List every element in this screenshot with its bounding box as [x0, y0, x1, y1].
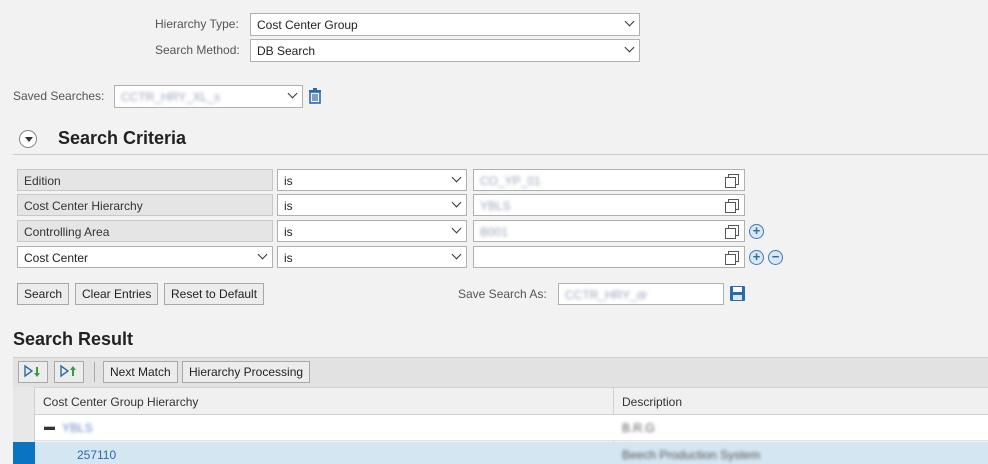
search-method-select[interactable]: DB Search: [250, 39, 640, 62]
table-row[interactable]: [35, 415, 988, 441]
chevron-down-icon: [451, 249, 462, 260]
search-method-value: DB Search: [257, 44, 316, 58]
chevron-down-icon: [287, 88, 298, 99]
description-cell: Beech Production System: [622, 448, 761, 462]
table-row[interactable]: [35, 442, 988, 464]
chevron-down-icon: [451, 172, 462, 183]
criteria-op-select[interactable]: is: [277, 169, 467, 191]
criteria-op-select[interactable]: is: [277, 220, 467, 242]
save-icon[interactable]: [729, 285, 746, 302]
search-button[interactable]: Search: [17, 283, 70, 305]
hierarchy-type-value: Cost Center Group: [257, 18, 358, 32]
chevron-down-icon: [624, 16, 635, 27]
add-row-icon[interactable]: +: [749, 250, 764, 265]
clear-entries-button[interactable]: Clear Entries: [75, 283, 159, 305]
divider: [13, 154, 988, 155]
collapse-all-button[interactable]: [54, 361, 84, 383]
search-result-title: Search Result: [13, 329, 134, 349]
tree-collapse-icon[interactable]: ▬: [44, 421, 55, 433]
description-cell: B.R.G: [622, 421, 655, 435]
saved-searches-value: CCTR_HRY_XL_s: [121, 90, 221, 104]
saved-searches-label: Saved Searches:: [13, 89, 105, 103]
col-description[interactable]: Description: [622, 395, 682, 409]
expand-all-button[interactable]: [18, 361, 48, 383]
multi-select-icon[interactable]: [725, 225, 739, 239]
caret-down-icon: [25, 137, 33, 142]
criteria-op-select[interactable]: is: [277, 246, 467, 268]
hierarchy-processing-button[interactable]: Hierarchy Processing: [182, 361, 311, 383]
reset-to-default-button[interactable]: Reset to Default: [164, 283, 265, 305]
criteria-value: CO_YP_01: [480, 174, 541, 188]
save-search-as-label: Save Search As:: [458, 287, 547, 301]
criteria-value: B001: [480, 225, 509, 239]
criteria-value-input[interactable]: CO_YP_01: [473, 169, 745, 191]
criteria-op-select[interactable]: is: [277, 194, 467, 216]
hierarchy-type-select[interactable]: Cost Center Group: [250, 13, 640, 36]
multi-select-icon[interactable]: [725, 251, 739, 265]
criteria-op-value: is: [284, 251, 293, 265]
criteria-field-value: Cost Center: [24, 251, 89, 265]
criteria-field-cost-center-hierarchy: Cost Center Hierarchy: [17, 194, 273, 216]
group-cell[interactable]: YBLS: [62, 421, 93, 435]
chevron-down-icon: [624, 42, 635, 53]
chevron-down-icon: [257, 249, 268, 260]
criteria-op-value: is: [284, 225, 293, 239]
criteria-value-input[interactable]: [473, 246, 745, 268]
chevron-down-icon: [451, 197, 462, 208]
toolbar-separator: [94, 362, 95, 382]
collapse-toggle[interactable]: [19, 130, 37, 148]
next-match-button[interactable]: Next Match: [103, 361, 178, 383]
criteria-value: YBLS: [480, 199, 511, 213]
criteria-value-input[interactable]: YBLS: [473, 194, 745, 216]
expand-all-icon: [24, 364, 40, 378]
save-search-as-input[interactable]: CCTR_HRY_dr: [558, 283, 724, 305]
row-selected-marker[interactable]: [13, 442, 35, 464]
col-cost-center-group-hierarchy[interactable]: Cost Center Group Hierarchy: [43, 395, 198, 409]
multi-select-icon[interactable]: [725, 174, 739, 188]
chevron-down-icon: [451, 223, 462, 234]
criteria-field-select[interactable]: Cost Center: [17, 246, 273, 268]
multi-select-icon[interactable]: [725, 199, 739, 213]
search-method-label: Search Method:: [155, 43, 240, 57]
saved-searches-select[interactable]: CCTR_HRY_XL_s: [114, 85, 303, 108]
search-criteria-title: Search Criteria: [58, 128, 187, 148]
save-search-as-value: CCTR_HRY_dr: [565, 288, 648, 302]
collapse-all-icon: [60, 364, 76, 378]
criteria-field-controlling-area: Controlling Area: [17, 220, 273, 242]
criteria-field-edition: Edition: [17, 169, 273, 191]
criteria-op-value: is: [284, 174, 293, 188]
trash-icon[interactable]: [307, 87, 323, 104]
group-cell[interactable]: 257110: [77, 448, 116, 462]
add-row-icon[interactable]: +: [749, 224, 764, 239]
hierarchy-type-label: Hierarchy Type:: [155, 17, 239, 31]
criteria-value-input[interactable]: B001: [473, 220, 745, 242]
remove-row-icon[interactable]: −: [768, 250, 783, 265]
criteria-op-value: is: [284, 199, 293, 213]
